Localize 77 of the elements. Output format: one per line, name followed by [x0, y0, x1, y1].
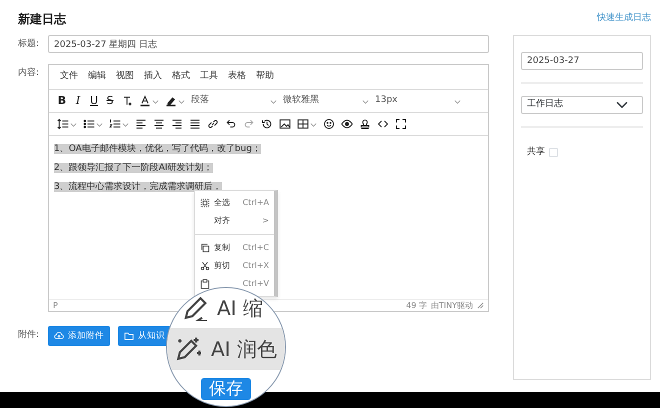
caret-icon[interactable] [178, 98, 185, 104]
highlighter-icon[interactable] [165, 95, 177, 107]
context-menu-item[interactable]: 对齐 > [195, 212, 274, 230]
clear-format-icon[interactable] [121, 95, 133, 107]
powered-by-link[interactable]: 由TINY驱动 [430, 300, 473, 312]
field-label: 标题: [18, 38, 40, 51]
link-icon[interactable] [207, 118, 219, 130]
format-dropdown[interactable]: 微软雅黑 [281, 92, 371, 110]
caret-icon[interactable] [362, 98, 369, 104]
menu-item[interactable]: 表格 [223, 70, 251, 84]
cloud-upload-icon [54, 331, 64, 341]
stamp-icon[interactable] [359, 118, 371, 130]
quick-generate-link[interactable]: 快速生成日志 [597, 12, 651, 26]
history-icon[interactable] [261, 118, 273, 130]
text-color-icon[interactable] [139, 95, 151, 107]
knowledge-base-button[interactable]: 从知识 [118, 326, 171, 346]
folder-icon [124, 331, 134, 341]
magic-pencil-icon [175, 336, 201, 362]
log-type-select[interactable]: 工作日志 [521, 96, 643, 114]
element-path: P [53, 300, 58, 312]
paragraph-text: 3、流程中心需求设计，完成需求调研后， [54, 182, 222, 192]
caret-icon[interactable] [152, 98, 159, 104]
copy-icon [200, 243, 210, 253]
menu-item[interactable]: 文件 [55, 70, 83, 84]
line-height-icon[interactable] [57, 118, 69, 130]
format-dropdown[interactable]: 段落 [189, 92, 279, 110]
title-field[interactable]: 2025-03-27 星期四 日志 [48, 35, 489, 53]
fullscreen-icon[interactable] [395, 118, 407, 130]
share-checkbox[interactable] [549, 148, 558, 158]
align-center-icon[interactable] [153, 118, 165, 130]
magnified-menu-item[interactable]: AI 缩 [167, 292, 285, 324]
add-attachment-button[interactable]: 添加附件 [48, 326, 110, 346]
numbered-list-icon[interactable] [109, 118, 121, 130]
paragraph-text: 1、OA电子邮件模块，优化，写了代码，改了bug； [54, 144, 261, 154]
menu-item[interactable]: 视图 [111, 70, 139, 84]
menu-item[interactable]: 帮助 [251, 70, 279, 84]
align-justify-icon[interactable] [189, 118, 201, 130]
bold-button[interactable]: B [55, 92, 69, 110]
clipboard-icon [200, 279, 210, 289]
magnified-menu-item[interactable]: AI 润色 [167, 328, 285, 370]
align-left-icon[interactable] [135, 118, 147, 130]
word-count: 49 字 [406, 300, 427, 312]
smiley-icon[interactable] [323, 118, 335, 130]
undo-icon[interactable] [225, 118, 237, 130]
menu-item[interactable]: 工具 [195, 70, 223, 84]
caret-icon[interactable] [270, 98, 277, 104]
caret-icon[interactable] [96, 120, 103, 128]
image-icon[interactable] [279, 118, 291, 130]
context-menu-item[interactable]: 剪切 Ctrl+X [195, 257, 274, 275]
align-right-icon[interactable] [171, 118, 183, 130]
paragraph-text: 2、跟领导汇报了下一阶段AI研发计划； [54, 163, 213, 173]
scissors-icon [200, 261, 210, 271]
caret-icon[interactable] [70, 120, 77, 128]
resize-handle-icon[interactable] [477, 302, 484, 309]
underline-button[interactable]: U [87, 92, 101, 110]
caret-icon[interactable] [122, 120, 129, 128]
share-label: 共享 [527, 146, 545, 159]
context-menu-item[interactable]: 复制 Ctrl+C [195, 239, 274, 257]
code-icon[interactable] [377, 118, 389, 130]
format-dropdown[interactable]: 13px [373, 92, 463, 110]
field-label: 内容: [18, 66, 40, 80]
menu-item[interactable]: 插入 [139, 70, 167, 84]
select-all-icon [200, 198, 210, 208]
caret-icon[interactable] [454, 98, 461, 104]
context-menu-item[interactable]: 全选 Ctrl+A [195, 194, 274, 212]
italic-button[interactable]: I [71, 92, 85, 110]
menu-item[interactable]: 格式 [167, 70, 195, 84]
caret-icon[interactable] [310, 120, 317, 128]
strikethrough-button[interactable]: S [103, 92, 117, 110]
bullet-list-icon[interactable] [83, 118, 95, 130]
save-button[interactable]: 保存 [201, 378, 251, 400]
date-field[interactable]: 2025-03-27 [521, 52, 643, 70]
page-title: 新建日志 [18, 11, 66, 28]
field-label: 附件: [18, 329, 40, 342]
table-icon[interactable] [297, 118, 309, 130]
menu-item[interactable]: 编辑 [83, 70, 111, 84]
eye-icon[interactable] [341, 118, 353, 130]
